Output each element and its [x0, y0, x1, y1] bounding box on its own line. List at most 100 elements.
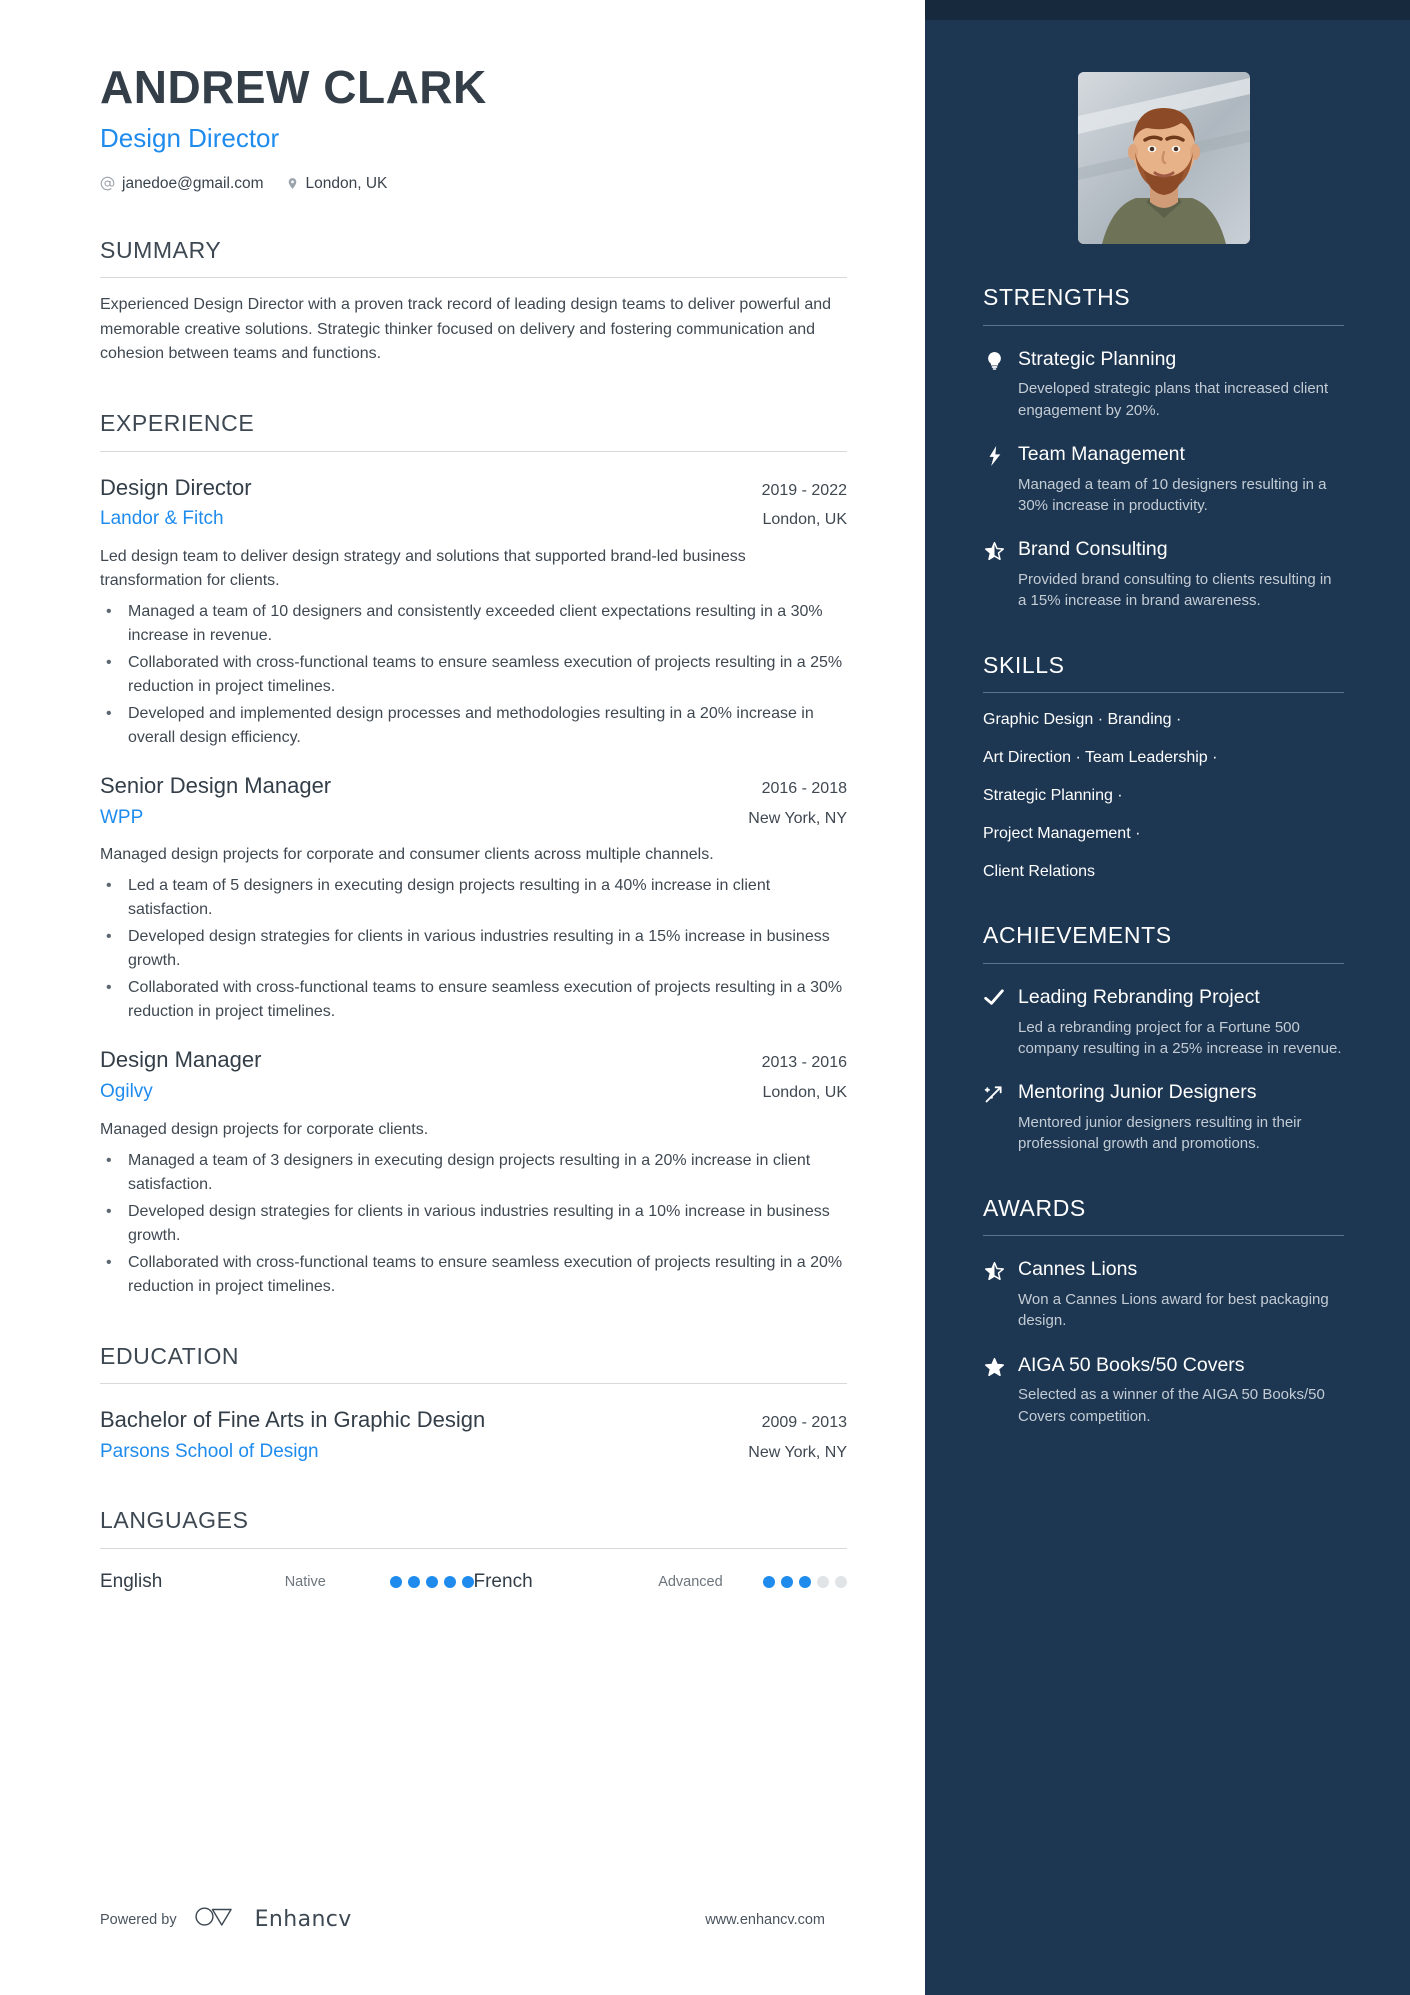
at-sign-icon [100, 176, 115, 191]
experience-entry: Design Director 2019 - 2022 Landor & Fit… [100, 474, 847, 750]
page-title: ANDREW CLARK [100, 61, 487, 113]
language-level: Native [284, 1574, 326, 1591]
skill-line: Graphic Design · Branding · [983, 711, 1182, 729]
section-experience: EXPERIENCE Design Director 2019 - 2022 L… [100, 410, 847, 1298]
map-pin-icon [286, 176, 299, 191]
list-item: Developed design strategies for clients … [100, 1200, 847, 1248]
sidebar: STRENGTHS Strategic Planning Developed s… [925, 0, 1410, 1995]
experience-dates: 2019 - 2022 [761, 481, 847, 499]
section-heading-languages: LANGUAGES [100, 1507, 249, 1534]
experience-description: Managed design projects for corporate an… [100, 846, 714, 864]
half-star-icon [983, 538, 1005, 611]
experience-bullets: Managed a team of 3 designers in executi… [100, 1149, 847, 1299]
experience-location: London, UK [762, 511, 847, 529]
star-icon [983, 1354, 1005, 1427]
skills-list: Graphic Design · Branding · Art Directio… [983, 710, 1344, 882]
rocket-sparkle-icon [983, 1081, 1005, 1154]
award-description: Selected as a winner of the AIGA 50 Book… [1018, 1386, 1325, 1425]
list-item: Managed a team of 3 designers in executi… [100, 1149, 847, 1197]
experience-role: Design Manager [100, 1047, 262, 1073]
section-achievements: ACHIEVEMENTS Leading Rebranding Project … [983, 922, 1344, 1154]
contact-email[interactable]: janedoe@gmail.com [100, 175, 264, 193]
language-item-english: English Native [100, 1571, 474, 1593]
sidebar-top-band [925, 0, 1410, 20]
experience-description: Led design team to deliver design strate… [100, 548, 746, 590]
footer: Powered by Enhancv www.enhancv.com [100, 1904, 825, 1935]
section-summary: SUMMARY Experienced Design Director with… [100, 237, 847, 367]
award-title: Cannes Lions [1018, 1258, 1138, 1281]
experience-description: Managed design projects for corporate cl… [100, 1120, 429, 1138]
language-name: French [473, 1571, 533, 1593]
strength-description: Provided brand consulting to clients res… [1018, 571, 1332, 610]
section-heading-education: EDUCATION [100, 1342, 240, 1369]
list-item: Managed a team of 10 designers and consi… [100, 600, 847, 648]
dot-filled [407, 1576, 420, 1589]
award-item: Cannes Lions Won a Cannes Lions award fo… [983, 1258, 1344, 1331]
dot-filled [461, 1576, 474, 1589]
avatar-wrapper [983, 72, 1344, 244]
dot-filled [799, 1576, 811, 1589]
lightbulb-icon [983, 348, 1005, 421]
resume-page: ANDREW CLARK Design Director janedoe@gma… [0, 0, 1410, 1995]
education-degree: Bachelor of Fine Arts in Graphic Design [100, 1407, 486, 1433]
section-education: EDUCATION Bachelor of Fine Arts in Graph… [100, 1343, 847, 1464]
experience-organization[interactable]: Ogilvy [100, 1080, 153, 1104]
experience-location: London, UK [762, 1083, 847, 1101]
section-heading-experience: EXPERIENCE [100, 410, 255, 437]
strength-item: Team Management Managed a team of 10 des… [983, 443, 1344, 516]
experience-organization[interactable]: Landor & Fitch [100, 507, 224, 531]
footer-url[interactable]: www.enhancv.com [705, 1912, 825, 1928]
achievement-title: Mentoring Junior Designers [1018, 1081, 1257, 1104]
experience-bullets: Managed a team of 10 designers and consi… [100, 600, 847, 750]
contact-row: janedoe@gmail.com London, UK [100, 175, 847, 193]
achievement-item: Leading Rebranding Project Led a rebrand… [983, 986, 1344, 1059]
skill-line: Strategic Planning · [983, 786, 1123, 804]
contact-location: London, UK [286, 175, 387, 193]
language-name: English [100, 1571, 163, 1593]
achievement-title: Leading Rebranding Project [1018, 985, 1260, 1008]
list-item: Collaborated with cross-functional teams… [100, 1251, 847, 1299]
experience-role: Senior Design Manager [100, 773, 332, 799]
language-proficiency-dots [763, 1576, 847, 1589]
section-heading-awards: AWARDS [983, 1194, 1086, 1221]
experience-dates: 2013 - 2016 [761, 1054, 847, 1072]
experience-entry: Senior Design Manager 2016 - 2018 WPP Ne… [100, 772, 847, 1024]
enhancv-wordmark: Enhancv [254, 1907, 352, 1932]
award-description: Won a Cannes Lions award for best packag… [1018, 1291, 1329, 1330]
experience-organization[interactable]: WPP [100, 806, 143, 830]
experience-role: Design Director [100, 474, 252, 500]
strength-item: Strategic Planning Developed strategic p… [983, 348, 1344, 421]
award-item: AIGA 50 Books/50 Covers Selected as a wi… [983, 1354, 1344, 1427]
experience-entry: Design Manager 2013 - 2016 Ogilvy London… [100, 1046, 847, 1298]
strength-description: Managed a team of 10 designers resulting… [1018, 475, 1327, 515]
skill-line: Project Management · [983, 824, 1141, 842]
avatar [1077, 72, 1250, 244]
dot-empty [817, 1576, 829, 1589]
section-divider [100, 277, 847, 279]
experience-dates: 2016 - 2018 [761, 780, 847, 798]
list-item: Developed and implemented design process… [100, 702, 847, 750]
half-star-icon [983, 1258, 1005, 1331]
dot-filled [763, 1576, 775, 1589]
education-school[interactable]: Parsons School of Design [100, 1440, 319, 1464]
achievement-description: Mentored junior designers resulting in t… [1018, 1114, 1302, 1153]
section-divider [100, 450, 847, 452]
section-heading-skills: SKILLS [983, 651, 1065, 678]
powered-by-block: Powered by Enhancv [100, 1904, 352, 1935]
list-item: Led a team of 5 designers in executing d… [100, 874, 847, 922]
language-level: Advanced [658, 1574, 723, 1591]
skill-line: Art Direction · Team Leadership · [983, 749, 1218, 767]
section-heading-achievements: ACHIEVEMENTS [983, 922, 1172, 949]
enhancv-infinity-logo-icon [193, 1904, 239, 1935]
education-entry: Bachelor of Fine Arts in Graphic Design … [100, 1406, 847, 1463]
checkmark-icon [983, 986, 1005, 1059]
section-divider [100, 1548, 847, 1550]
section-heading-summary: SUMMARY [100, 236, 222, 263]
section-divider [100, 1383, 847, 1385]
experience-bullets: Led a team of 5 designers in executing d… [100, 874, 847, 1024]
section-divider [983, 692, 1344, 694]
strength-title: Team Management [1018, 442, 1185, 465]
strength-title: Brand Consulting [1018, 538, 1168, 561]
strength-item: Brand Consulting Provided brand consulti… [983, 538, 1344, 611]
achievement-description: Led a rebranding project for a Fortune 5… [1018, 1018, 1342, 1057]
